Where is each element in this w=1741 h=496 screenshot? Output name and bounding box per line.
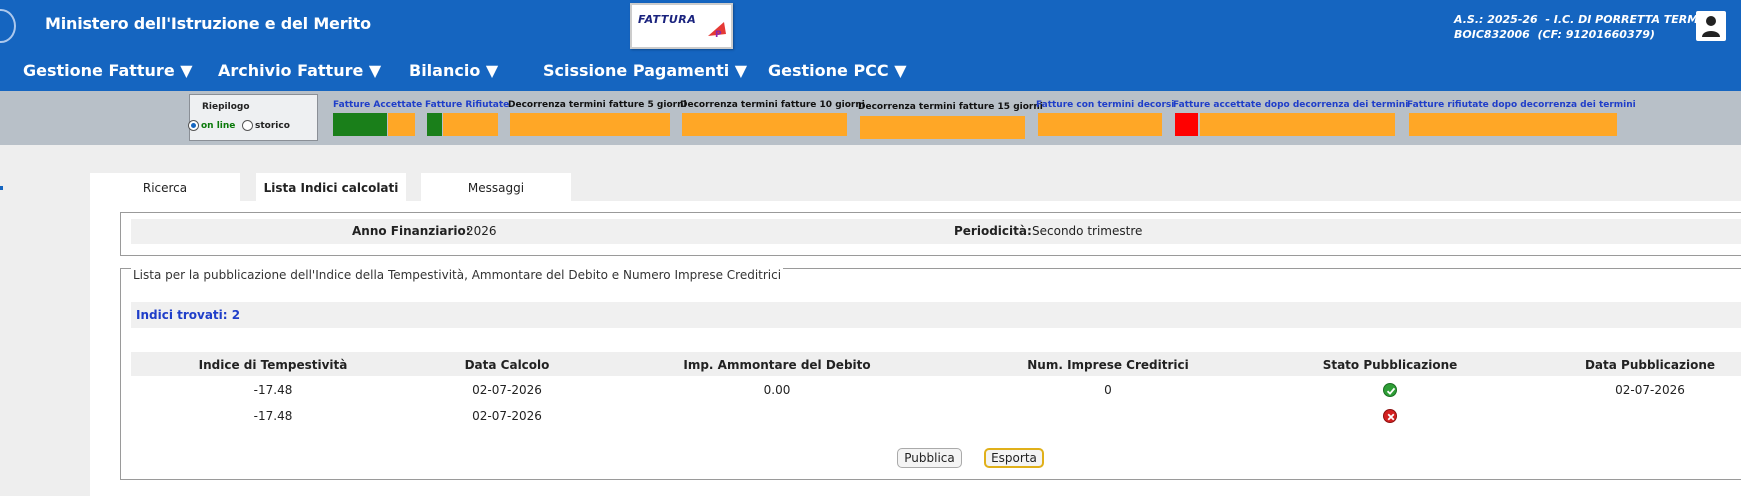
indicator-bar-accettate-green[interactable] xyxy=(333,113,387,136)
tab-lista-indici-calcolati[interactable]: Lista Indici calcolati xyxy=(256,173,406,201)
cell-data-calcolo: 02-07-2026 xyxy=(472,409,542,423)
found-band xyxy=(131,302,1741,328)
anno-finanziario-value: 2026 xyxy=(466,224,497,238)
tab-ricerca[interactable]: Ricerca xyxy=(90,173,240,201)
cell-num-imprese: 0 xyxy=(1104,383,1112,397)
indicator-bar-accettate-dopo-red[interactable] xyxy=(1175,113,1198,136)
indicator-bar-5-giorni[interactable] xyxy=(510,113,670,136)
pubblica-button[interactable]: Pubblica xyxy=(897,448,962,468)
indicator-label-accettate[interactable]: Fatture Accettate xyxy=(333,100,422,110)
table-header xyxy=(131,352,1741,376)
col-header-num-imprese-text: Num. Imprese Creditrici xyxy=(1027,358,1189,372)
results-count: Indici trovati: 2 xyxy=(136,308,241,322)
nav-bilancio[interactable]: Bilancio ▼ xyxy=(409,61,498,80)
tab-messaggi[interactable]: Messaggi xyxy=(421,173,571,201)
school-code: BOIC832006 (CF: 91201660379) xyxy=(1454,28,1655,41)
indicator-bar-termini-decorsi[interactable] xyxy=(1038,113,1162,136)
esporta-button[interactable]: Esporta xyxy=(984,448,1044,468)
col-header-stato-text: Stato Pubblicazione xyxy=(1322,358,1458,372)
nav-gestione-pcc[interactable]: Gestione PCC ▼ xyxy=(768,61,907,80)
ministry-title: Ministero dell'Istruzione e del Merito xyxy=(45,14,371,33)
user-account-button[interactable] xyxy=(1696,11,1726,41)
check-circle-icon xyxy=(1383,383,1397,397)
col-header-data-pubblicazione-text: Data Pubblicazione xyxy=(1584,358,1716,372)
indicator-bar-15-giorni[interactable] xyxy=(860,116,1025,139)
nav-scissione-pagamenti[interactable]: Scissione Pagamenti ▼ xyxy=(543,61,747,80)
svg-text:P: P xyxy=(715,30,722,40)
indicator-bar-rifiutate-green[interactable] xyxy=(427,113,442,136)
indicator-bar-rifiutate-orange[interactable] xyxy=(443,113,498,136)
cell-data-calcolo: 02-07-2026 xyxy=(472,383,542,397)
school-info: A.S.: 2025-26 - I.C. DI PORRETTA TERME B… xyxy=(1454,12,1706,42)
cell-data-pubblicazione: 02-07-2026 xyxy=(1615,383,1685,397)
indicator-bar-accettate-orange[interactable] xyxy=(388,113,415,136)
col-header-data-calcolo-text: Data Calcolo xyxy=(464,358,550,372)
cell-indice: -17.48 xyxy=(253,383,293,397)
republic-emblem-icon xyxy=(0,9,16,43)
x-circle-icon xyxy=(1383,409,1397,423)
logo-text: FATTURA xyxy=(638,13,697,26)
indicator-label-10-giorni[interactable]: Decorrenza termini fatture 10 giorni xyxy=(680,100,865,110)
indicator-bar-accettate-dopo-orange[interactable] xyxy=(1200,113,1395,136)
results-legend: Lista per la pubblicazione dell'Indice d… xyxy=(131,268,784,282)
nav-archivio-fatture[interactable]: Archivio Fatture ▼ xyxy=(218,61,381,80)
user-icon xyxy=(1702,16,1720,37)
periodicita-label: Periodicità: xyxy=(954,224,1032,238)
indicator-label-termini-decorsi[interactable]: Fatture con termini decorsi xyxy=(1036,100,1174,110)
indicator-label-5-giorni[interactable]: Decorrenza termini fatture 5 giorni xyxy=(508,100,687,110)
radio-storico-label: storico xyxy=(255,120,290,131)
radio-storico[interactable]: storico xyxy=(242,120,290,131)
radio-online[interactable]: on line xyxy=(188,120,235,131)
indicator-label-rifiutate[interactable]: Fatture Rifiutate xyxy=(425,100,509,110)
nav-gestione-fatture[interactable]: Gestione Fatture ▼ xyxy=(23,61,193,80)
col-header-importo-text: Imp. Ammontare del Debito xyxy=(683,358,871,372)
fattura-pa-logo: FATTURA P xyxy=(630,3,733,49)
indicator-label-rifiutate-dopo[interactable]: Fatture rifiutate dopo decorrenza dei te… xyxy=(1407,100,1636,110)
school-year-name: A.S.: 2025-26 - I.C. DI PORRETTA TERME xyxy=(1454,13,1706,26)
col-header-indice-text: Indice di Tempestività xyxy=(198,358,348,372)
riepilogo-title: Riepilogo xyxy=(202,102,250,112)
indicator-label-15-giorni[interactable]: Decorrenza termini fatture 15 giorni xyxy=(858,102,1043,112)
periodicita-value: Secondo trimestre xyxy=(1032,224,1143,238)
cell-indice: -17.48 xyxy=(253,409,293,423)
riepilogo-box: Riepilogo on line storico xyxy=(188,94,318,141)
radio-online-indicator[interactable] xyxy=(188,120,199,131)
indicator-label-accettate-dopo[interactable]: Fatture accettate dopo decorrenza dei te… xyxy=(1173,100,1408,110)
indicator-bar-rifiutate-dopo[interactable] xyxy=(1409,113,1617,136)
side-marker xyxy=(0,186,3,190)
logo-pa-mark-icon: P xyxy=(708,22,726,40)
anno-finanziario-label: Anno Finanziario: xyxy=(352,224,471,238)
radio-online-label: on line xyxy=(201,120,236,131)
indicator-bar-10-giorni[interactable] xyxy=(682,113,847,136)
radio-storico-indicator[interactable] xyxy=(242,120,253,131)
cell-importo: 0.00 xyxy=(763,383,791,397)
